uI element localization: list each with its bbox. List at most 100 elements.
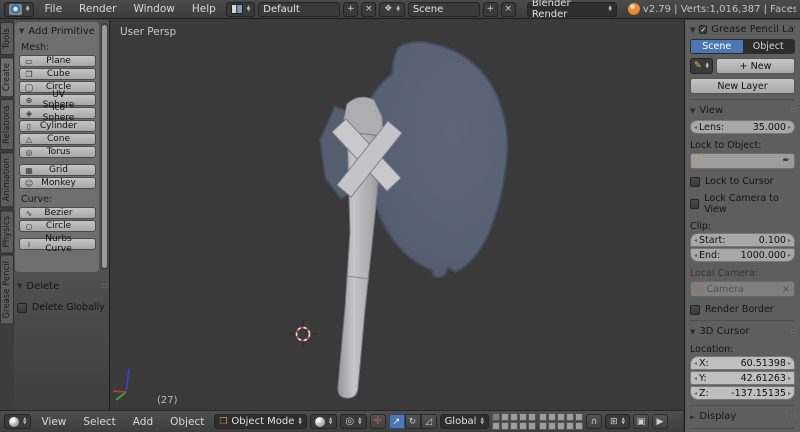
3d-cursor[interactable] [289, 320, 317, 348]
add-cone-button[interactable]: △ Cone [19, 133, 96, 145]
layer-toggle[interactable] [565, 422, 574, 430]
panel-grip-icon[interactable]: ∷ [791, 106, 796, 115]
layer-toggle[interactable] [547, 413, 556, 421]
delete-panel-header[interactable]: ▼ Delete ∷ [17, 280, 107, 292]
axe-blade-right[interactable] [362, 40, 509, 279]
rotate-manipulator-button[interactable]: ↻ [404, 414, 421, 429]
layer-toggle[interactable] [491, 413, 500, 421]
add-monkey-button[interactable]: ☺ Monkey [19, 177, 96, 189]
menu-help[interactable]: Help [185, 3, 223, 15]
increment-arrow-icon[interactable]: ▸ [788, 390, 791, 397]
clip-end-field[interactable]: ◂ End: 1000.000 ▸ [690, 248, 795, 262]
layer-toggle[interactable] [565, 413, 574, 421]
panel-grip-icon[interactable]: ∷ [102, 282, 107, 291]
decrement-arrow-icon[interactable]: ◂ [694, 375, 697, 382]
screen-layout-name-field[interactable]: Default [258, 1, 341, 17]
scrollbar-thumb[interactable] [102, 25, 107, 268]
layer-toggle[interactable] [556, 422, 565, 430]
tool-shelf-scrollbar[interactable] [101, 23, 108, 270]
opengl-render-anim-button[interactable]: ▶ [651, 414, 668, 429]
cursor-y-field[interactable]: ◂ Y: 42.61263 ▸ [690, 371, 795, 385]
add-layout-button[interactable]: + [343, 1, 359, 17]
scene-name-field[interactable]: Scene [407, 1, 480, 17]
editor-type-selector[interactable]: ▲ ▼ [4, 414, 32, 429]
add-bezier-button[interactable]: ∿ Bezier [19, 207, 96, 219]
layer-toggle[interactable] [538, 413, 547, 421]
layer-toggle[interactable] [509, 422, 518, 430]
cursor-z-field[interactable]: ◂ Z: -137.15135 ▸ [690, 386, 795, 400]
tab-scene[interactable]: Scene [691, 40, 743, 53]
tab-animation[interactable]: Animation [0, 152, 14, 208]
new-grease-pencil-button[interactable]: + New [716, 58, 795, 74]
layer-toggle[interactable] [527, 422, 536, 430]
3d-viewport[interactable]: User Persp (27) [111, 20, 683, 410]
cursor-x-field[interactable]: ◂ X: 60.51398 ▸ [690, 356, 795, 370]
close-scene-button[interactable]: × [500, 1, 516, 17]
snap-element-selector[interactable]: ⊞ ▲ ▼ [604, 414, 630, 429]
layer-toggle[interactable] [500, 422, 509, 430]
menu-view[interactable]: View [34, 416, 73, 428]
tab-tools[interactable]: Tools [0, 22, 14, 55]
delete-globally-checkbox[interactable] [17, 302, 27, 313]
lock-camera-to-view-checkbox[interactable] [690, 199, 700, 209]
clip-start-field[interactable]: ◂ Start: 0.100 ▸ [690, 233, 795, 247]
mode-selector[interactable]: ❒ Object Mode ▲ ▼ [214, 414, 307, 429]
transform-orientation-selector[interactable]: Global ▲ ▼ [439, 414, 489, 429]
menu-render[interactable]: Render [72, 3, 123, 15]
decrement-arrow-icon[interactable]: ◂ [694, 252, 697, 259]
3d-cursor-panel-header[interactable]: ▼ 3D Cursor ∷ [690, 325, 796, 338]
increment-arrow-icon[interactable]: ▸ [788, 124, 791, 131]
screen-layout-icon-selector[interactable]: ▲ ▼ [225, 1, 256, 17]
tab-physics[interactable]: Physics [0, 209, 14, 254]
manipulator-toggle-button[interactable]: ✛ [369, 414, 386, 429]
increment-arrow-icon[interactable]: ▸ [788, 375, 791, 382]
layer-toggle[interactable] [527, 413, 536, 421]
layer-toggle[interactable] [556, 413, 565, 421]
lock-to-cursor-checkbox[interactable] [690, 176, 700, 187]
scale-manipulator-button[interactable]: ◿ [420, 414, 437, 429]
scene-icon-selector[interactable]: ❖ ▲ ▼ [379, 1, 405, 17]
new-layer-button[interactable]: New Layer [690, 78, 795, 94]
panel-grip-icon[interactable]: ∷ [791, 327, 796, 336]
add-curve-circle-button[interactable]: ○ Circle [19, 220, 96, 232]
grease-pencil-checkbox[interactable]: ✓ [699, 25, 708, 34]
decrement-arrow-icon[interactable]: ◂ [694, 390, 697, 397]
increment-arrow-icon[interactable]: ▸ [788, 252, 791, 259]
add-nurbs-curve-button[interactable]: ≀ Nurbs Curve [19, 234, 96, 254]
editor-type-selector-info[interactable]: ▲ ▼ [4, 1, 35, 17]
close-layout-button[interactable]: × [361, 1, 377, 17]
layer-toggle[interactable] [538, 422, 547, 430]
axe-model[interactable] [319, 40, 509, 399]
layer-toggle[interactable] [574, 413, 583, 421]
tab-grease-pencil[interactable]: Grease Pencil [0, 255, 14, 325]
pivot-point-selector[interactable]: ◎ ▲ ▼ [340, 414, 367, 429]
tab-create[interactable]: Create [0, 56, 14, 98]
add-grid-button[interactable]: ▦ Grid [19, 164, 96, 176]
add-cylinder-button[interactable]: ▯ Cylinder [19, 120, 96, 132]
translate-manipulator-button[interactable]: ↗ [388, 414, 405, 429]
layer-toggle[interactable] [518, 422, 527, 430]
menu-window[interactable]: Window [126, 3, 181, 15]
viewport-canvas[interactable] [111, 20, 683, 410]
add-cube-button[interactable]: ❒ Cube [19, 68, 96, 80]
layer-toggle[interactable] [491, 422, 500, 430]
add-scene-button[interactable]: + [482, 1, 498, 17]
layer-toggle[interactable] [500, 413, 509, 421]
render-engine-selector[interactable]: Blender Render ▲ ▼ [526, 0, 617, 20]
layer-toggle[interactable] [509, 413, 518, 421]
layer-toggle[interactable] [518, 413, 527, 421]
decrement-arrow-icon[interactable]: ◂ [694, 124, 697, 131]
lock-to-object-field[interactable]: ❒ ✒ [690, 153, 795, 169]
add-torus-button[interactable]: ◎ Torus [19, 146, 96, 158]
eyedropper-icon[interactable]: ✒ [782, 156, 790, 166]
add-primitive-header[interactable]: ▼ Add Primitive [19, 25, 96, 37]
grease-pencil-data-selector[interactable]: ✎ ▲ ▼ [690, 58, 714, 74]
increment-arrow-icon[interactable]: ▸ [788, 360, 791, 367]
decrement-arrow-icon[interactable]: ◂ [694, 360, 697, 367]
menu-select[interactable]: Select [76, 416, 122, 428]
snap-toggle-button[interactable]: ∩ [585, 414, 602, 429]
increment-arrow-icon[interactable]: ▸ [788, 237, 791, 244]
grease-pencil-header[interactable]: ▼ ✓ Grease Pencil Layers [690, 23, 795, 36]
tab-relations[interactable]: Relations [0, 99, 14, 151]
add-ico-sphere-button[interactable]: ◈ Ico Sphere [19, 103, 96, 123]
